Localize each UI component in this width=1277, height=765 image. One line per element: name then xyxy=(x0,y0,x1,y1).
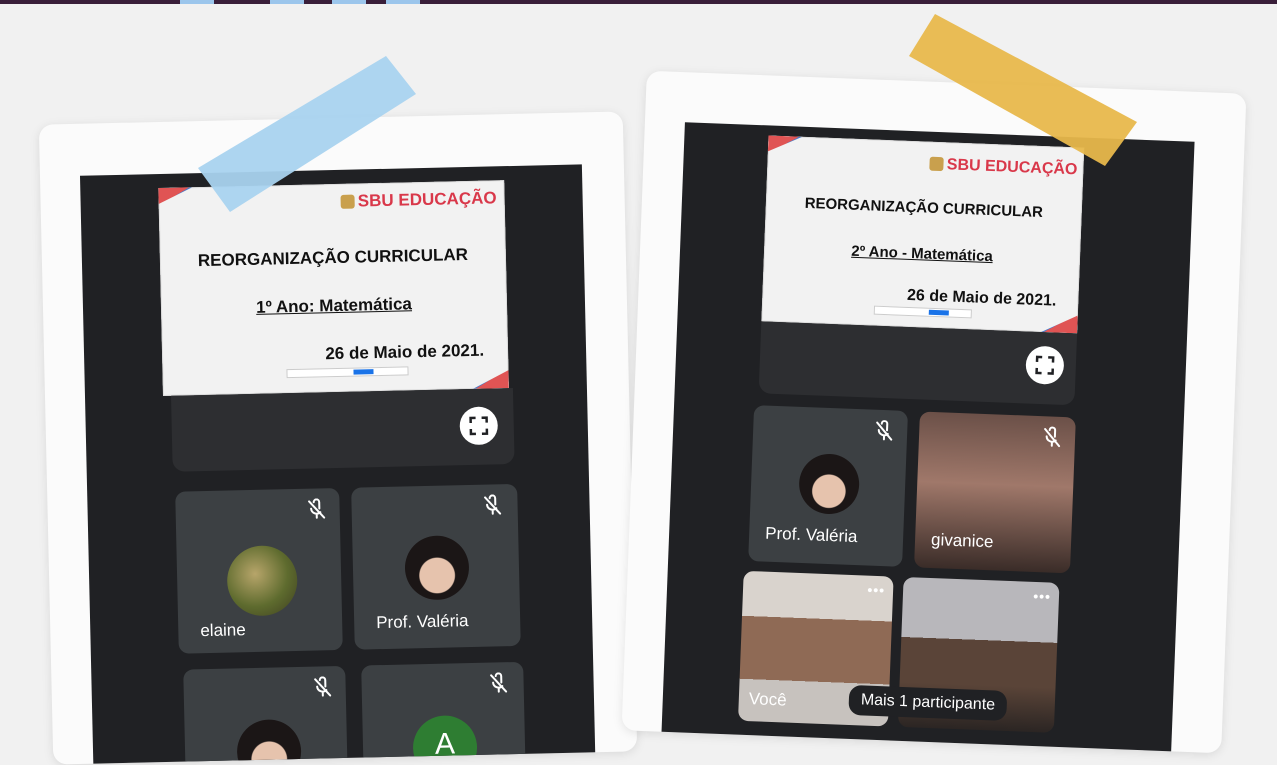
slide-corner-decoration xyxy=(473,370,509,389)
mic-off-icon xyxy=(876,420,893,441)
mic-off-icon xyxy=(490,672,508,693)
strip-mark xyxy=(180,0,214,4)
blue-tape xyxy=(198,56,416,212)
avatar xyxy=(798,452,861,516)
top-strip xyxy=(0,0,1277,4)
mic-off-icon xyxy=(1044,426,1061,448)
participant-name: givanice xyxy=(930,529,994,552)
participant-tile[interactable] xyxy=(183,665,348,765)
strip-mark xyxy=(386,0,420,4)
strip-mark xyxy=(332,0,366,4)
right-photo-frame: SBU EDUCAÇÃO REORGANIZAÇÃO CURRICULAR 2º… xyxy=(621,70,1247,754)
avatar: A xyxy=(412,714,478,765)
strip-mark xyxy=(270,0,304,4)
slide-subtitle: 1º Ano: Matemática xyxy=(255,294,413,317)
share-toolbar xyxy=(286,366,409,379)
meet-screen-left: SBU EDUCAÇÃO REORGANIZAÇÃO CURRICULAR 1º… xyxy=(79,164,596,765)
presentation-stage xyxy=(758,321,1078,406)
slide-title: REORGANIZAÇÃO CURRICULAR xyxy=(804,194,1044,222)
mic-off-icon xyxy=(314,676,332,697)
share-toolbar xyxy=(873,305,972,319)
participant-tile[interactable]: A xyxy=(361,661,526,765)
participant-name: Você xyxy=(748,689,788,710)
slide-corner-decoration xyxy=(768,135,803,152)
yellow-tape xyxy=(909,14,1137,166)
more-options-button[interactable]: ••• xyxy=(1033,588,1051,605)
meet-screen-right: SBU EDUCAÇÃO REORGANIZAÇÃO CURRICULAR 2º… xyxy=(661,122,1195,754)
participant-video-tile[interactable]: givanice xyxy=(914,411,1076,574)
avatar xyxy=(404,535,470,601)
slide-corner-decoration xyxy=(1041,314,1078,333)
fullscreen-icon xyxy=(1035,355,1055,375)
participant-tile[interactable]: elaine xyxy=(175,487,343,654)
more-options-button[interactable]: ••• xyxy=(867,582,885,599)
slide-date: 26 de Maio de 2021. xyxy=(325,340,485,364)
more-participants-badge[interactable]: Mais 1 participante xyxy=(848,684,1008,722)
avatar xyxy=(226,544,299,617)
mic-off-icon xyxy=(308,498,326,519)
participant-tile[interactable]: Prof. Valéria xyxy=(748,405,909,567)
participant-name: elaine xyxy=(200,620,246,641)
participant-name: Prof. Valéria xyxy=(764,523,858,547)
mic-off-icon xyxy=(484,494,502,515)
participant-name: Prof. Valéria xyxy=(375,611,469,633)
slide-title: REORGANIZAÇÃO CURRICULAR xyxy=(197,245,469,271)
presentation-stage xyxy=(170,388,515,472)
fullscreen-button[interactable] xyxy=(459,406,499,446)
fullscreen-icon xyxy=(469,416,489,436)
slide-corner-decoration xyxy=(158,187,192,204)
participant-tile[interactable]: Prof. Valéria xyxy=(351,483,521,650)
avatar xyxy=(236,718,302,765)
fullscreen-button[interactable] xyxy=(1025,345,1065,385)
slide-subtitle: 2º Ano - Matemática xyxy=(850,242,994,266)
